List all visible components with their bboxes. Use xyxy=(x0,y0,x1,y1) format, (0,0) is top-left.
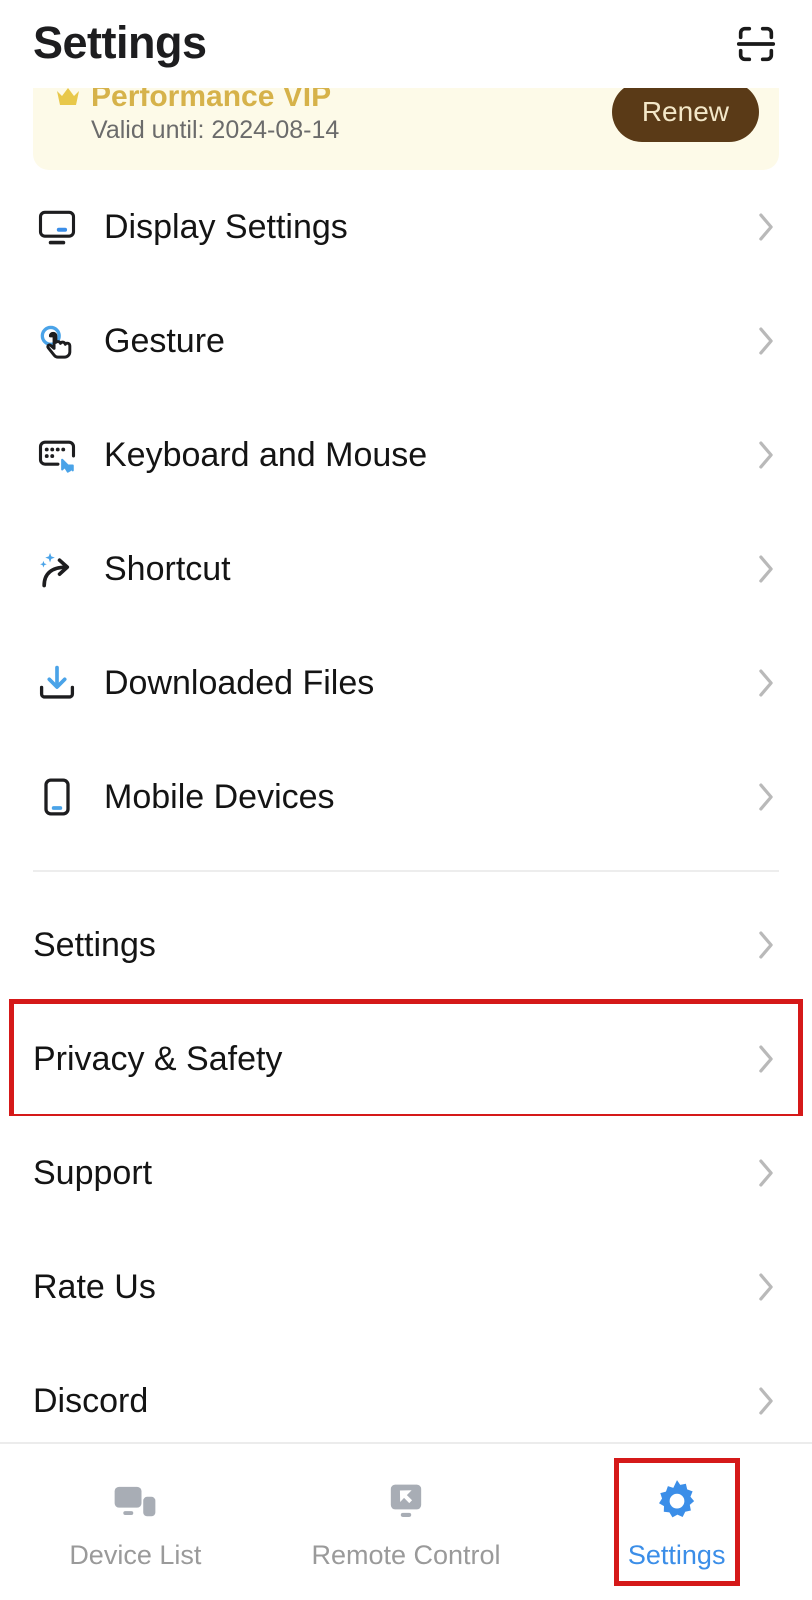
tab-label: Remote Control xyxy=(311,1539,501,1570)
menu-label: Downloaded Files xyxy=(104,664,375,702)
download-tray-icon xyxy=(33,659,81,707)
chevron-right-icon xyxy=(759,213,773,241)
menu-row-rate-us[interactable]: Rate Us xyxy=(0,1230,812,1344)
menu-row-downloaded-files[interactable]: Downloaded Files xyxy=(0,626,812,740)
vip-title-row: Performance VIP xyxy=(55,88,612,112)
menu-label: Settings xyxy=(33,926,156,964)
menu-label: Gesture xyxy=(104,322,225,360)
menu-row-shortcut[interactable]: Shortcut xyxy=(0,512,812,626)
chevron-right-icon xyxy=(759,1159,773,1187)
keyboard-cursor-icon xyxy=(33,431,81,479)
phone-icon xyxy=(33,773,81,821)
crown-icon xyxy=(57,88,79,105)
menu-row-gesture[interactable]: Gesture xyxy=(0,284,812,398)
settings-screen: Settings Performance VIP Valid until: 20… xyxy=(0,0,812,1600)
tab-device-list[interactable]: Device List xyxy=(0,1444,271,1600)
menu-row-display-settings[interactable]: Display Settings xyxy=(0,170,812,284)
tab-label: Settings xyxy=(627,1539,726,1570)
vip-title: Performance VIP xyxy=(91,88,332,113)
bottom-tab-bar: Device List Remote Control Settings xyxy=(0,1442,812,1600)
chevron-right-icon xyxy=(759,931,773,959)
menu-label: Support xyxy=(33,1154,153,1192)
tab-remote-control[interactable]: Remote Control xyxy=(271,1444,542,1600)
menu-row-discord[interactable]: Discord xyxy=(0,1344,812,1442)
header: Settings xyxy=(0,0,812,88)
page-title: Settings xyxy=(33,16,207,68)
chevron-right-icon xyxy=(759,1387,773,1415)
chevron-right-icon xyxy=(759,441,773,469)
scan-frame-icon[interactable] xyxy=(733,21,779,67)
section-divider xyxy=(33,870,779,872)
monitor-icon xyxy=(33,203,81,251)
vip-banner-text: Performance VIP Valid until: 2024-08-14 xyxy=(55,88,612,143)
tab-label: Device List xyxy=(69,1539,202,1570)
chevron-right-icon xyxy=(759,1273,773,1301)
menu-label: Privacy & Safety xyxy=(33,1040,283,1078)
settings-list: Display Settings Gesture Keyboard and Mo… xyxy=(0,170,812,1442)
menu-row-support[interactable]: Support xyxy=(0,1116,812,1230)
menu-row-keyboard-and-mouse[interactable]: Keyboard and Mouse xyxy=(0,398,812,512)
menu-row-privacy-and-safety[interactable]: Privacy & Safety xyxy=(9,999,803,1119)
chevron-right-icon xyxy=(759,555,773,583)
vip-valid-until: Valid until: 2024-08-14 xyxy=(91,115,340,144)
vip-banner-container: Performance VIP Valid until: 2024-08-14 … xyxy=(0,88,812,170)
chevron-right-icon xyxy=(759,1045,773,1073)
renew-button[interactable]: Renew xyxy=(611,88,759,142)
menu-label: Display Settings xyxy=(104,208,348,246)
chevron-right-icon xyxy=(759,327,773,355)
devices-icon xyxy=(114,1486,156,1516)
curved-arrow-sparkle-icon xyxy=(33,545,81,593)
remote-monitor-arrow-icon xyxy=(390,1484,422,1517)
chevron-right-icon xyxy=(759,783,773,811)
tap-gesture-icon xyxy=(33,317,81,365)
menu-label: Keyboard and Mouse xyxy=(104,436,428,474)
menu-row-settings[interactable]: Settings xyxy=(0,888,812,1002)
gear-icon xyxy=(658,1479,694,1517)
menu-label: Discord xyxy=(33,1382,149,1420)
menu-label: Mobile Devices xyxy=(104,778,335,816)
menu-label: Rate Us xyxy=(33,1268,156,1306)
vip-banner: Performance VIP Valid until: 2024-08-14 … xyxy=(33,88,779,170)
chevron-right-icon xyxy=(759,669,773,697)
tab-settings[interactable]: Settings xyxy=(541,1444,812,1600)
menu-row-mobile-devices[interactable]: Mobile Devices xyxy=(0,740,812,854)
menu-label: Shortcut xyxy=(104,550,231,588)
